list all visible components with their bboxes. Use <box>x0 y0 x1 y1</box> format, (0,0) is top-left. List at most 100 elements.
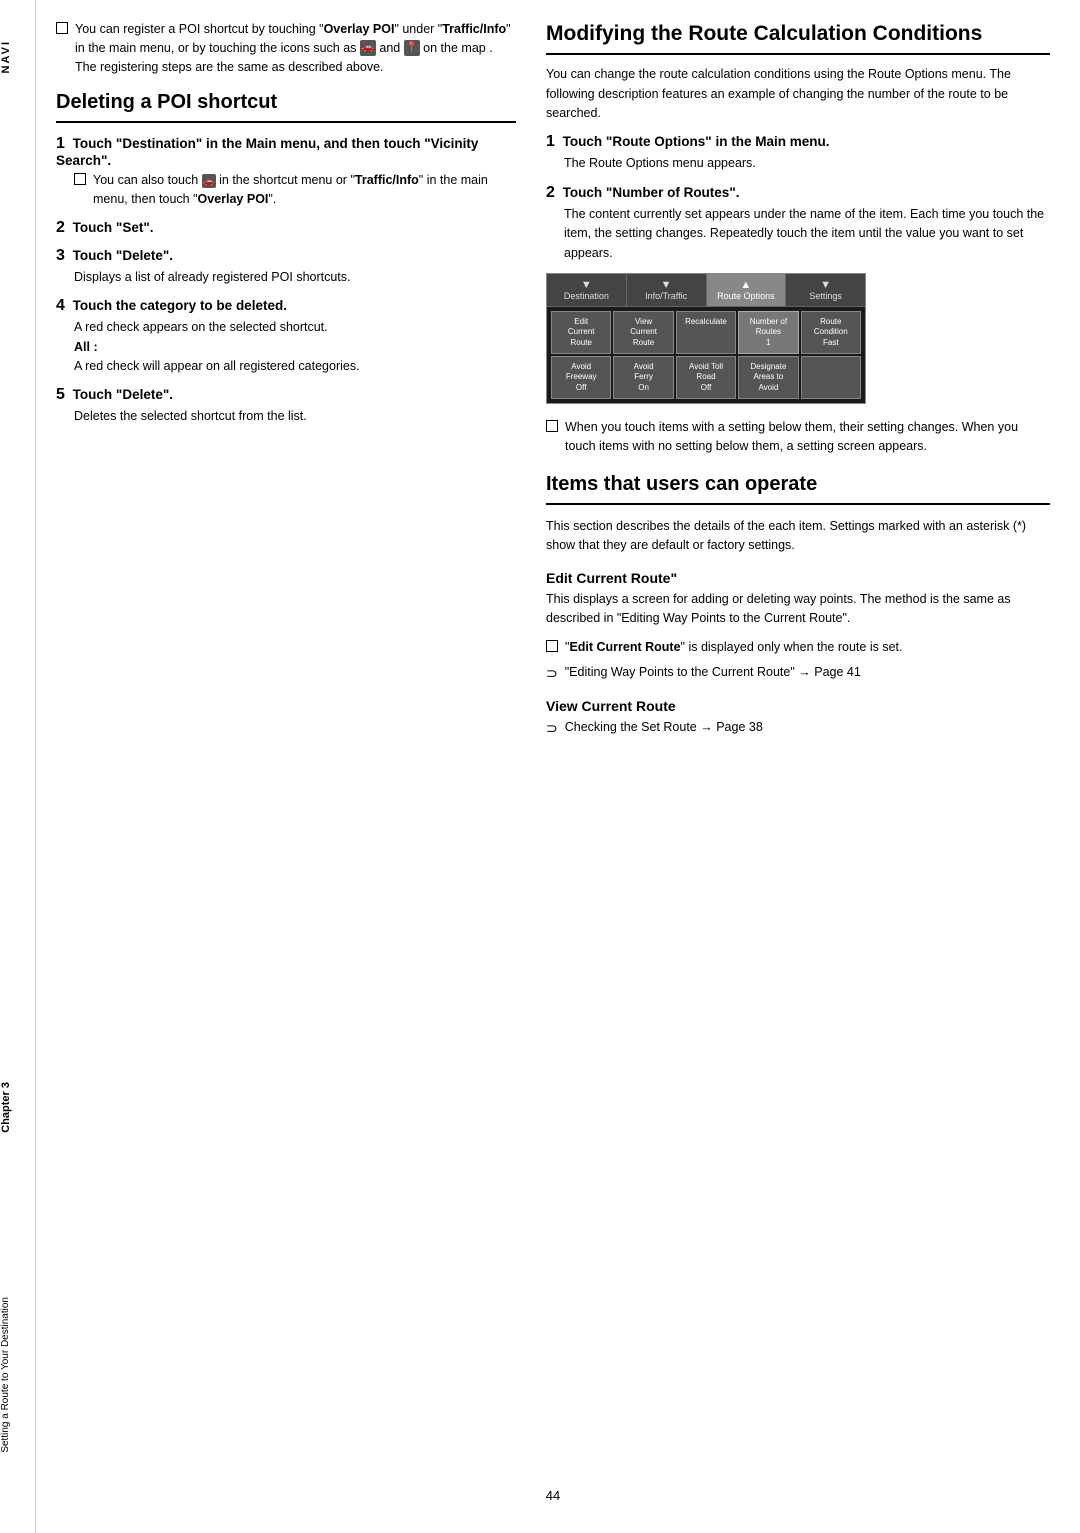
right-step-2-number: 2 <box>546 184 555 201</box>
page-wrapper: NAVI Chapter 3 Setting a Route to Your D… <box>0 0 1080 1533</box>
all-label: All : <box>74 340 98 354</box>
nav-tab-bar: ▼ Destination ▼ Info/Traffic ▲ Route Opt… <box>547 274 865 307</box>
step-1-cb-text: You can also touch 🚗 in the shortcut men… <box>93 171 516 209</box>
right-step-1-header: 1 Touch "Route Options" in the Main menu… <box>546 133 1050 151</box>
edit-route-cb-text: "Edit Current Route" is displayed only w… <box>565 638 1050 657</box>
step-1-label: Touch "Destination" in the Main menu, an… <box>56 136 478 168</box>
main-content: You can register a POI shortcut by touch… <box>36 0 1080 1533</box>
step-3-header: 3 Touch "Delete". <box>56 247 516 265</box>
intro-cb-text: You can register a POI shortcut by touch… <box>75 20 516 76</box>
step-4-label: Touch the category to be deleted. <box>73 298 287 313</box>
info-traffic-tab-icon: ▼ <box>629 279 704 291</box>
view-route-arrow-text: Checking the Set Route → Page 38 <box>565 718 763 737</box>
nav-grid: EditCurrentRoute ViewCurrentRoute Recalc… <box>547 307 865 403</box>
btn-avoid-toll-road[interactable]: Avoid TollRoadOff <box>676 356 736 399</box>
tab-settings[interactable]: ▼ Settings <box>786 274 865 306</box>
nav-screenshot: ▼ Destination ▼ Info/Traffic ▲ Route Opt… <box>546 273 866 404</box>
step-3: 3 Touch "Delete". Displays a list of alr… <box>56 247 516 287</box>
tab-settings-label: Settings <box>809 291 842 301</box>
step-2-number: 2 <box>56 219 65 236</box>
btn-edit-current-route[interactable]: EditCurrentRoute <box>551 311 611 354</box>
view-current-route-title: View Current Route <box>546 698 1050 714</box>
screenshot-note-text: When you touch items with a setting belo… <box>565 418 1050 456</box>
step-4-number: 4 <box>56 297 65 314</box>
right-step-1-body: The Route Options menu appears. <box>564 154 1050 173</box>
right-step-2-label: Touch "Number of Routes". <box>563 185 740 200</box>
btn-number-of-routes[interactable]: Number ofRoutes1 <box>738 311 798 354</box>
left-column: You can register a POI shortcut by touch… <box>56 20 516 1458</box>
right-step-2-body: The content currently set appears under … <box>564 205 1050 263</box>
top-intro-section: You can register a POI shortcut by touch… <box>56 20 516 76</box>
tab-destination-label: Destination <box>564 291 609 301</box>
btn-avoid-ferry[interactable]: AvoidFerryOn <box>613 356 673 399</box>
destination-tab-icon: ▼ <box>549 279 624 291</box>
checkbox-icon <box>546 420 558 432</box>
right-step-1-label: Touch "Route Options" in the Main menu. <box>563 134 830 149</box>
step-1-sub: You can also touch 🚗 in the shortcut men… <box>74 171 516 209</box>
step-5-header: 5 Touch "Delete". <box>56 386 516 404</box>
intro-cb-item: You can register a POI shortcut by touch… <box>56 20 516 76</box>
step-3-number: 3 <box>56 247 65 264</box>
btn-route-condition[interactable]: RouteConditionFast <box>801 311 861 354</box>
step-5-body: Deletes the selected shortcut from the l… <box>74 407 516 426</box>
icon-poi: 📍 <box>404 40 420 56</box>
step-3-label: Touch "Delete". <box>73 248 173 263</box>
step-1-cb: You can also touch 🚗 in the shortcut men… <box>74 171 516 209</box>
step-1: 1 Touch "Destination" in the Main menu, … <box>56 135 516 209</box>
step-3-body: Displays a list of already registered PO… <box>74 268 516 287</box>
btn-avoid-freeway[interactable]: AvoidFreewayOff <box>551 356 611 399</box>
edit-route-arrow-item: ⊃ "Editing Way Points to the Current Rou… <box>546 663 1050 684</box>
icon-shortcut: 🚗 <box>202 174 216 188</box>
two-column-layout: You can register a POI shortcut by touch… <box>56 20 1050 1458</box>
sidebar-setting-label: Setting a Route to Your Destination <box>0 1297 36 1453</box>
step-5: 5 Touch "Delete". Deletes the selected s… <box>56 386 516 426</box>
items-section-title: Items that users can operate <box>546 472 1050 505</box>
btn-empty <box>801 356 861 399</box>
right-column: Modifying the Route Calculation Conditio… <box>546 20 1050 1458</box>
arrow-icon: ⊃ <box>546 663 558 684</box>
sidebar-navi-label: NAVI <box>0 40 36 73</box>
step-2-label: Touch "Set". <box>73 220 154 235</box>
sidebar: NAVI Chapter 3 Setting a Route to Your D… <box>0 0 36 1533</box>
edit-route-cb-item: "Edit Current Route" is displayed only w… <box>546 638 1050 657</box>
checkbox-icon <box>74 173 86 185</box>
step-4-header: 4 Touch the category to be deleted. <box>56 297 516 315</box>
screenshot-note-cb: When you touch items with a setting belo… <box>546 418 1050 456</box>
icon-car: 🚗 <box>360 40 376 56</box>
settings-tab-icon: ▼ <box>788 279 863 291</box>
step-1-header: 1 Touch "Destination" in the Main menu, … <box>56 135 516 168</box>
right-step-1: 1 Touch "Route Options" in the Main menu… <box>546 133 1050 173</box>
edit-current-route-body: This displays a screen for adding or del… <box>546 590 1050 629</box>
tab-route-options-label: Route Options <box>717 291 775 301</box>
edit-current-route-title: Edit Current Route" <box>546 570 1050 586</box>
sidebar-chapter-label: Chapter 3 <box>0 1082 36 1133</box>
btn-designate-areas[interactable]: DesignateAreas toAvoid <box>738 356 798 399</box>
page-number: 44 <box>56 1488 1050 1503</box>
route-options-tab-icon: ▲ <box>709 279 784 291</box>
btn-recalculate[interactable]: Recalculate <box>676 311 736 354</box>
modifying-intro: You can change the route calculation con… <box>546 65 1050 123</box>
right-step-2-header: 2 Touch "Number of Routes". <box>546 184 1050 202</box>
tab-info-traffic-label: Info/Traffic <box>645 291 687 301</box>
tab-route-options[interactable]: ▲ Route Options <box>707 274 787 306</box>
step-5-number: 5 <box>56 386 65 403</box>
tab-destination[interactable]: ▼ Destination <box>547 274 627 306</box>
step-4-body: A red check appears on the selected shor… <box>74 318 516 376</box>
step-1-number: 1 <box>56 135 65 152</box>
checkbox-icon <box>546 640 558 652</box>
tab-info-traffic[interactable]: ▼ Info/Traffic <box>627 274 707 306</box>
step-4: 4 Touch the category to be deleted. A re… <box>56 297 516 376</box>
view-route-arrow-item: ⊃ Checking the Set Route → Page 38 <box>546 718 1050 739</box>
step-5-label: Touch "Delete". <box>73 387 173 402</box>
right-step-2: 2 Touch "Number of Routes". The content … <box>546 184 1050 263</box>
edit-route-arrow-text: "Editing Way Points to the Current Route… <box>565 663 861 682</box>
items-intro: This section describes the details of th… <box>546 517 1050 556</box>
right-step-1-number: 1 <box>546 133 555 150</box>
step-2: 2 Touch "Set". <box>56 219 516 237</box>
arrow-icon-2: ⊃ <box>546 718 558 739</box>
step-2-header: 2 Touch "Set". <box>56 219 516 237</box>
modifying-section-title: Modifying the Route Calculation Conditio… <box>546 20 1050 55</box>
btn-view-current-route[interactable]: ViewCurrentRoute <box>613 311 673 354</box>
checkbox-icon <box>56 22 68 34</box>
deleting-section-title: Deleting a POI shortcut <box>56 90 516 123</box>
